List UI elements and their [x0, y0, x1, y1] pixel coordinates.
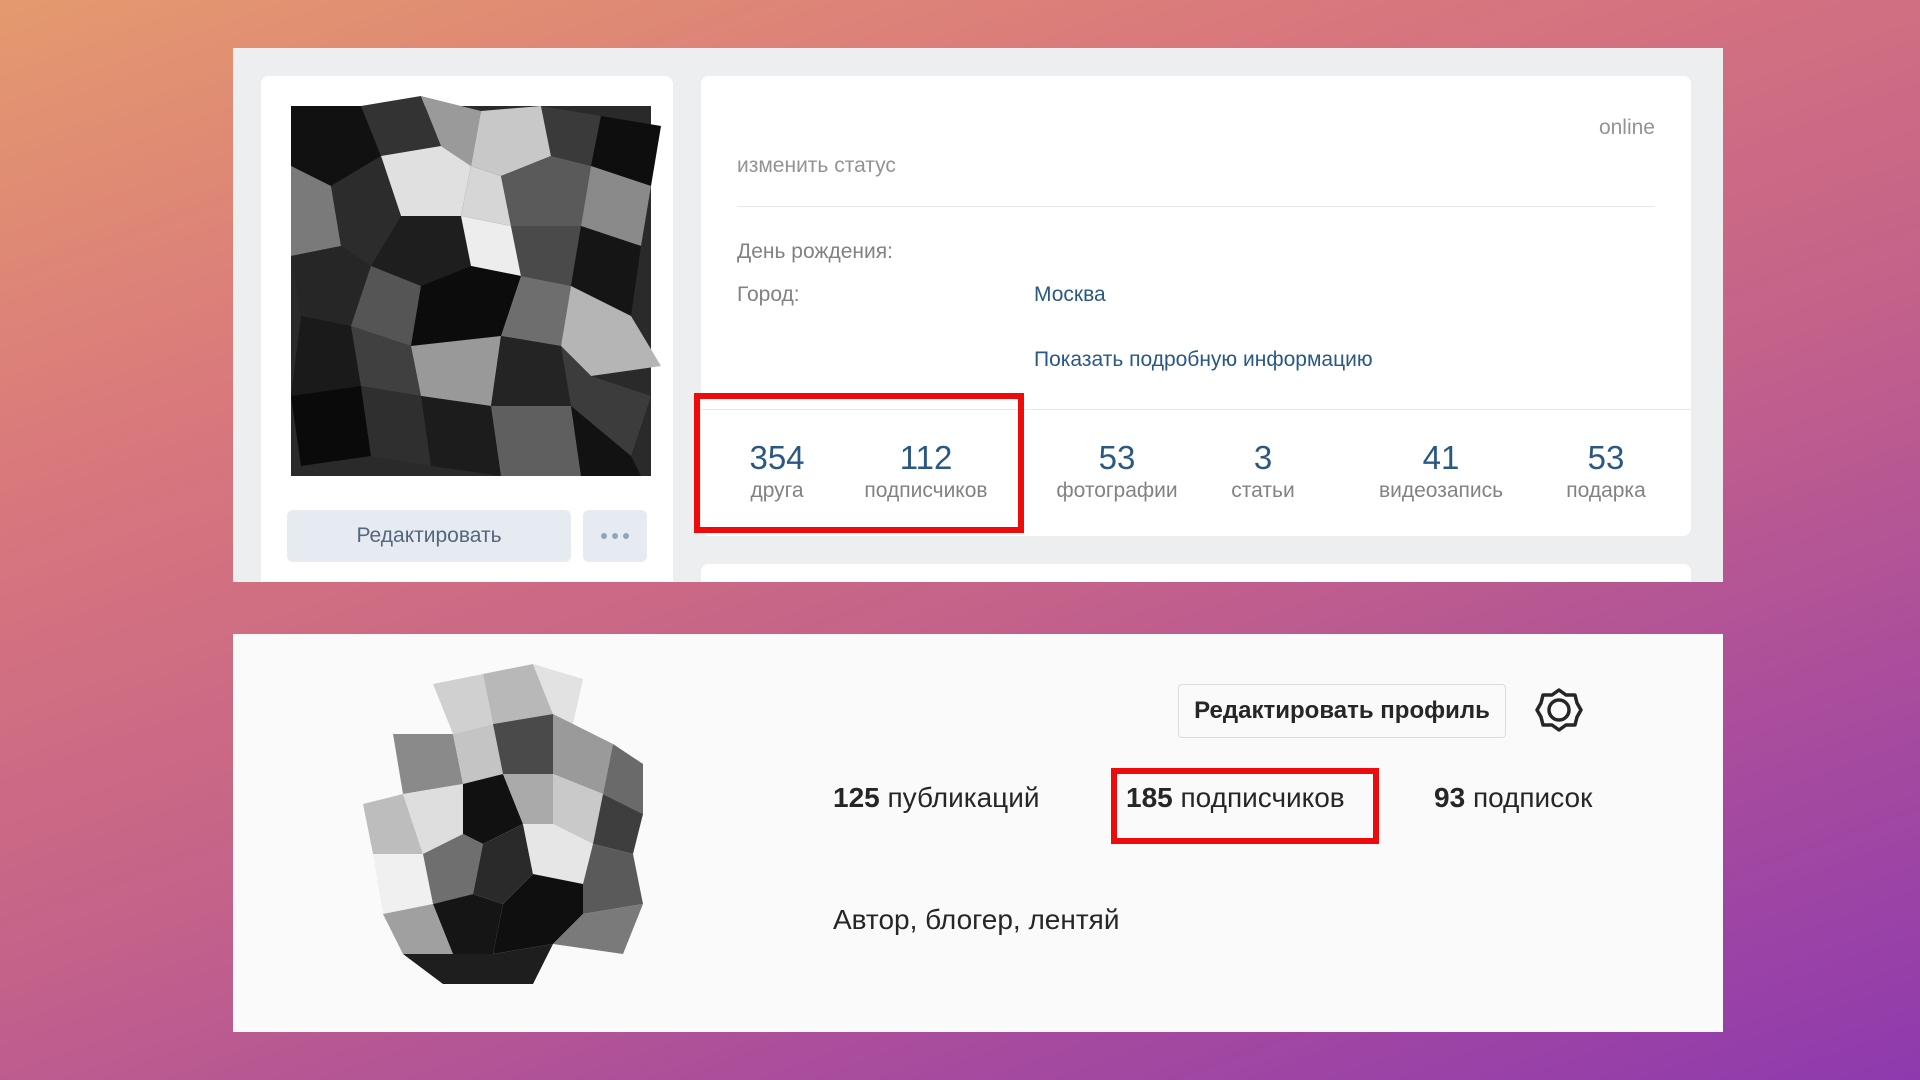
counter-videos[interactable]: 41 видеозапись	[1361, 438, 1521, 504]
counter-number: 53	[1098, 439, 1136, 476]
ig-avatar-pixelated[interactable]	[353, 654, 673, 994]
city-label: Город:	[737, 283, 800, 306]
counter-number: 112	[899, 439, 953, 476]
counter-number: 41	[1422, 439, 1460, 476]
stat-followers[interactable]: 185 подписчиков	[1126, 782, 1345, 814]
vk-avatar-card: Редактировать	[261, 76, 673, 582]
instagram-profile-panel: Редактировать профиль 125 публикаций 185…	[233, 634, 1723, 1032]
vk-edit-button[interactable]: Редактировать	[287, 510, 571, 562]
vk-info-card: online изменить статус День рождения: Го…	[701, 76, 1691, 536]
stat-label: подписчиков	[1180, 782, 1345, 813]
edit-profile-button[interactable]: Редактировать профиль	[1178, 684, 1506, 738]
gear-icon[interactable]	[1535, 686, 1583, 734]
counter-number: 53	[1587, 439, 1625, 476]
stat-number: 93	[1434, 782, 1466, 813]
counter-label: фотографии	[1056, 479, 1178, 502]
stat-posts[interactable]: 125 публикаций	[833, 782, 1040, 814]
stat-number: 185	[1126, 782, 1173, 813]
stat-number: 125	[833, 782, 880, 813]
next-card-edge	[701, 564, 1691, 582]
change-status-link[interactable]: изменить статус	[737, 154, 896, 178]
stat-label: публикаций	[887, 782, 1040, 813]
counter-gifts[interactable]: 53 подарка	[1551, 438, 1661, 504]
counter-number: 3	[1253, 439, 1273, 476]
counter-articles[interactable]: 3 статьи	[1213, 438, 1313, 504]
birthday-label: День рождения:	[737, 240, 893, 263]
vk-more-button[interactable]	[583, 510, 647, 562]
divider	[737, 206, 1655, 207]
stat-label: подписок	[1472, 782, 1593, 813]
divider	[701, 409, 1691, 410]
counter-number: 354	[749, 439, 805, 476]
profile-bio: Автор, блогер, лентяй	[833, 904, 1120, 935]
counter-followers[interactable]: 112 подписчиков	[841, 438, 1011, 504]
more-dot-icon	[612, 533, 618, 539]
city-value-link[interactable]: Москва	[1034, 283, 1106, 307]
stat-following[interactable]: 93 подписок	[1434, 782, 1592, 814]
counter-friends[interactable]: 354 друга	[721, 438, 833, 504]
more-dot-icon	[601, 533, 607, 539]
counter-label: видеозапись	[1378, 479, 1504, 502]
vk-profile-panel: Редактировать online изменить статус Ден…	[233, 48, 1723, 582]
counter-label: статьи	[1231, 479, 1295, 502]
counter-label: друга	[750, 479, 804, 502]
show-details-link[interactable]: Показать подробную информацию	[1034, 348, 1373, 372]
counter-label: подарка	[1566, 479, 1646, 502]
more-dot-icon	[623, 533, 629, 539]
online-indicator: online	[1598, 116, 1655, 139]
counter-label: подписчиков	[864, 479, 988, 502]
vk-avatar-pixelated[interactable]	[271, 96, 671, 496]
counter-photos[interactable]: 53 фотографии	[1041, 438, 1193, 504]
